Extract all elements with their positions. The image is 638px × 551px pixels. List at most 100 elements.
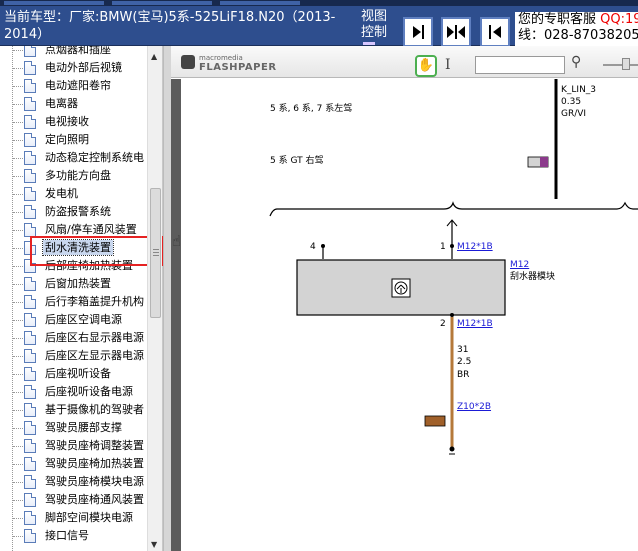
top-wire-color: GR/VI <box>561 109 587 119</box>
tree-item[interactable]: 后座视听设备 <box>0 365 148 383</box>
document-icon <box>24 403 36 417</box>
search-icon[interactable]: ⚲ <box>571 54 581 70</box>
tree-item-label: 发电机 <box>45 187 78 200</box>
tree-connector <box>13 248 23 249</box>
tree-item[interactable]: 驾驶员座椅模块电源 <box>0 473 148 491</box>
tree-item-label: 电离器 <box>45 97 78 110</box>
scroll-down-icon[interactable]: ▼ <box>151 540 157 549</box>
text-select-button[interactable]: I <box>445 57 451 73</box>
tree-item[interactable]: 后座区空调电源 <box>0 311 148 329</box>
document-icon <box>24 475 36 489</box>
tree-item[interactable]: 电动外部后视镜 <box>0 59 148 77</box>
app-window: 当前车型：厂家:BMW(宝马)5系-525LiF18.N20（2013- 201… <box>0 0 638 551</box>
scroll-thumb[interactable] <box>150 188 161 318</box>
tree-item-label: 后座区左显示器电源 <box>45 349 144 362</box>
contact-qq[interactable]: QQ:19 <box>600 12 638 27</box>
document-icon <box>24 349 36 363</box>
tree-item[interactable]: 电视接收 <box>0 113 148 131</box>
tree-scrollbar[interactable]: ▲ ▼ <box>147 46 162 551</box>
tree-connector <box>13 266 23 267</box>
zoom-slider-knob[interactable] <box>622 58 630 70</box>
tree-item[interactable]: 防盗报警系统 <box>0 203 148 221</box>
hand-tool-button[interactable]: ✋ <box>415 55 437 77</box>
tree-item[interactable]: 定向照明 <box>0 131 148 149</box>
tree-item[interactable]: 发电机 <box>0 185 148 203</box>
flashpaper-viewer: macromedia FLASHPAPER ✋ I ⚲ K_LIN_3 0.35… <box>171 46 638 551</box>
highlight-box <box>30 236 164 266</box>
tree-item-label: 驾驶员座椅通风装置 <box>45 493 144 506</box>
module-code-link[interactable]: M12 <box>510 260 529 271</box>
tree-item[interactable]: 电离器 <box>0 95 148 113</box>
pin-ref-bottom-link[interactable]: M12*1B <box>457 319 493 330</box>
document-icon <box>24 169 36 183</box>
wiring-diagram <box>269 79 638 455</box>
tree-item-label: 脚部空间模块电源 <box>45 511 133 524</box>
tree-item[interactable]: 后座视听设备电源 <box>0 383 148 401</box>
tree-item[interactable]: 驾驶员腰部支撑 <box>0 419 148 437</box>
search-input[interactable] <box>475 56 565 74</box>
mouse-cursor-icon: ☝ <box>172 232 182 250</box>
document-icon <box>24 223 36 237</box>
document-icon <box>24 511 36 525</box>
document-icon <box>24 421 36 435</box>
tree-item-label: 风扇/停车通风装置 <box>45 223 137 236</box>
document-icon <box>24 79 36 93</box>
car-model-line1: 当前车型：厂家:BMW(宝马)5系-525LiF18.N20（2013- <box>4 10 336 25</box>
tree-item[interactable]: 驾驶员座椅通风装置 <box>0 491 148 509</box>
tree-item-label: 后座视听设备电源 <box>45 385 133 398</box>
tree-item-label: 动态稳定控制系统电 <box>45 151 144 164</box>
tree-connector <box>13 194 23 195</box>
document-icon <box>24 97 36 111</box>
panel-splitter[interactable] <box>163 46 171 551</box>
tree-item-label: 后座区空调电源 <box>45 313 122 326</box>
tree-item-label: 多功能方向盘 <box>45 169 111 182</box>
two-page-button[interactable] <box>441 17 471 47</box>
ground-point <box>449 446 455 452</box>
scroll-up-icon[interactable]: ▲ <box>151 52 157 61</box>
pin-1-label: 1 <box>440 242 446 252</box>
tree-connector <box>13 122 23 123</box>
document-icon <box>24 331 36 345</box>
tree-connector <box>13 446 23 447</box>
tree-connector <box>13 500 23 501</box>
tree-item[interactable]: 基于摄像机的驾驶者 <box>0 401 148 419</box>
single-page-button[interactable] <box>403 17 433 47</box>
contact-phone: 线：028-87038205 <box>518 28 638 43</box>
logo-small-text: macromedia <box>199 54 243 62</box>
tree-connector <box>13 356 23 357</box>
arrow-right-bar-icon <box>413 25 424 39</box>
tree-item[interactable]: 脚部空间模块电源 <box>0 509 148 527</box>
bottom-wire-size: 2.5 <box>457 357 472 367</box>
page-gutter <box>171 79 181 551</box>
tree-item[interactable]: 后窗加热装置 <box>0 275 148 293</box>
note-right-drive: 5 系 GT 右驾 <box>270 156 324 166</box>
bracket-line <box>269 201 638 217</box>
tree-item[interactable]: 电动遮阳卷帘 <box>0 77 148 95</box>
tree-item[interactable]: 动态稳定控制系统电 <box>0 149 148 167</box>
pin-ref-top-link[interactable]: M12*1B <box>457 242 493 253</box>
tree-item[interactable]: 驾驶员座椅加热装置 <box>0 455 148 473</box>
tree-item-label: 后窗加热装置 <box>45 277 111 290</box>
tree-item-label: 后行李箱盖提升机构 <box>45 295 144 308</box>
tree-item[interactable]: 点烟器和插座 <box>0 46 148 59</box>
tree-item[interactable]: 接口信号 <box>0 527 148 545</box>
document-icon <box>24 61 36 75</box>
zoom-slider-track[interactable] <box>603 64 638 66</box>
tree-item-label: 接口信号 <box>45 529 89 542</box>
document-icon <box>24 205 36 219</box>
tree-item[interactable]: 驾驶员座椅调整装置 <box>0 437 148 455</box>
pin1-dot <box>450 244 454 248</box>
car-model-line2: 2014） <box>4 27 51 42</box>
tree-item[interactable]: 后行李箱盖提升机构 <box>0 293 148 311</box>
tree-item[interactable]: 后座区左显示器电源 <box>0 347 148 365</box>
bottom-wire-color: BR <box>457 370 470 380</box>
tree-item[interactable]: 后座区右显示器电源 <box>0 329 148 347</box>
tree-item-label: 定向照明 <box>45 133 89 146</box>
prev-page-button[interactable] <box>480 17 510 47</box>
arrow-left-bar-icon <box>489 25 501 39</box>
document-page[interactable]: K_LIN_3 0.35 GR/VI 5 系, 6 系, 7 系左驾 5 系 G… <box>181 79 638 551</box>
view-control-line2: 控制 <box>361 25 388 40</box>
ground-ref-link[interactable]: Z10*2B <box>457 402 491 413</box>
tree-connector <box>13 320 23 321</box>
tree-item[interactable]: 多功能方向盘 <box>0 167 148 185</box>
